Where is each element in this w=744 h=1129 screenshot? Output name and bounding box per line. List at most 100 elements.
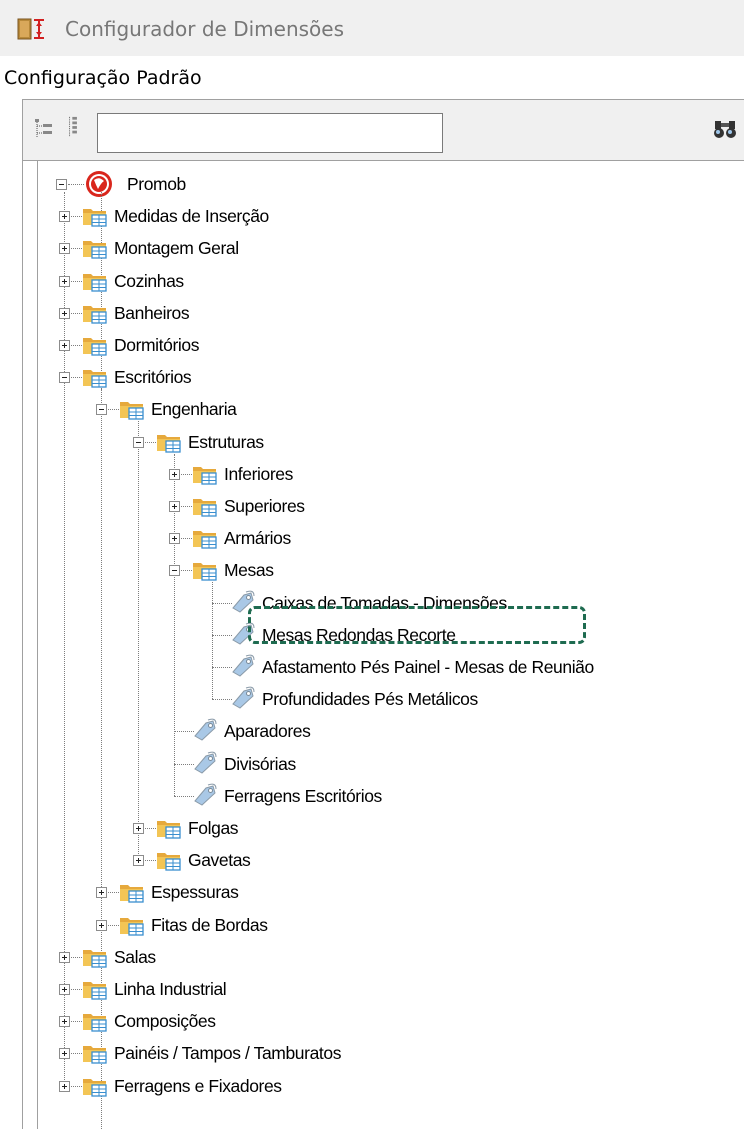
tree-node[interactable]: Dormitórios (111, 333, 202, 357)
tree-node[interactable]: Superiores (221, 494, 308, 518)
tree-node[interactable]: Mesas Redondas Recorte (259, 623, 459, 647)
tree-node-label: Afastamento Pés Painel - Mesas de Reuniã… (262, 657, 594, 677)
expand-toggle[interactable] (59, 211, 70, 223)
expand-toggle[interactable] (59, 275, 70, 287)
tree-node-label: Profundidades Pés Metálicos (262, 689, 478, 710)
folder-table-icon (119, 398, 145, 421)
collapse-all-icon[interactable] (66, 116, 86, 138)
folder-table-icon (82, 978, 108, 1000)
section-label: Configuração Padrão (4, 67, 202, 89)
collapse-toggle[interactable] (169, 565, 180, 577)
tree-node[interactable]: Medidas de Inserção (111, 204, 272, 228)
tree-node[interactable]: Mesas (221, 558, 277, 582)
tree-node[interactable]: Afastamento Pés Painel - Mesas de Reuniã… (259, 655, 597, 679)
expand-toggle[interactable] (59, 1080, 70, 1092)
title-bar: Configurador de Dimensões (0, 0, 744, 56)
tree-node-label: Aparadores (224, 721, 311, 742)
tree-node-label: Caixas de Tomadas - Dimensões (262, 592, 507, 613)
tree-node[interactable]: Espessuras (148, 880, 241, 904)
tree-node[interactable]: Composições (111, 1009, 219, 1033)
expand-toggle[interactable] (96, 919, 107, 931)
tree-node[interactable]: Fitas de Bordas (148, 913, 271, 937)
expand-toggle[interactable] (59, 1016, 70, 1028)
promob-root-icon (84, 169, 114, 199)
expand-toggle[interactable] (169, 468, 180, 480)
tree-node[interactable]: Armários (221, 526, 294, 550)
tree-node[interactable]: Divisórias (221, 752, 299, 776)
expand-toggle[interactable] (169, 501, 180, 512)
tree-node[interactable]: Gavetas (185, 848, 253, 872)
tree-node-label: Banheiros (114, 302, 190, 323)
expand-toggle[interactable] (59, 243, 70, 255)
tree-node[interactable]: Linha Industrial (111, 977, 229, 1001)
tree-node-label: Fitas de Bordas (151, 914, 268, 935)
search-input[interactable] (97, 113, 443, 153)
tree-node-label: Inferiores (224, 463, 293, 484)
tree-node-label: Armários (224, 528, 291, 549)
tree-node-label: Salas (114, 946, 156, 967)
collapse-toggle[interactable] (133, 436, 144, 448)
tree-node-label: Composições (114, 1011, 216, 1032)
tree-node-root[interactable]: Promob (124, 172, 189, 196)
collapse-toggle[interactable] (96, 404, 107, 416)
tree-node-label: Promob (127, 174, 186, 194)
tree-node[interactable]: Aparadores (221, 719, 313, 743)
tree-node-label: Linha Industrial (114, 979, 227, 999)
expand-all-icon[interactable] (34, 118, 54, 140)
collapse-toggle[interactable] (59, 372, 70, 384)
tree-node-label: Gavetas (188, 850, 251, 871)
root-collapse-toggle (56, 179, 67, 190)
tree-node[interactable]: Estruturas (185, 430, 267, 454)
tree-node-label: Ferragens e Fixadores (114, 1075, 282, 1096)
tree-node-label: Medidas de Inserção (114, 206, 269, 227)
tree-node-label: Mesas Redondas Recorte (262, 624, 456, 645)
expand-toggle[interactable] (59, 1048, 70, 1060)
folder-table-icon (82, 1075, 108, 1097)
expand-toggle[interactable] (133, 855, 144, 867)
expand-toggle[interactable] (59, 307, 70, 319)
folder-table-icon (192, 527, 218, 549)
folder-table-icon (82, 1042, 108, 1065)
binoculars-search-icon[interactable] (712, 117, 738, 141)
tree-node-label: Mesas (224, 560, 274, 581)
tree-node[interactable]: Caixas de Tomadas - Dimensões (259, 591, 510, 615)
tree-node[interactable]: Banheiros (111, 301, 192, 325)
dimension-configurator-icon (17, 18, 44, 40)
folder-table-icon (192, 463, 218, 485)
tree-node[interactable]: Cozinhas (111, 269, 187, 293)
tree-node-label: Superiores (224, 496, 305, 516)
folder-table-icon (192, 495, 218, 517)
tree-node[interactable]: Folgas (185, 816, 241, 840)
tree-node-label: Painéis / Tampos / Tamburatos (114, 1043, 342, 1064)
folder-table-icon (156, 431, 182, 453)
tree-node[interactable]: Escritórios (111, 365, 194, 389)
tree-node[interactable]: Ferragens Escritórios (221, 784, 385, 808)
tree-node[interactable]: Painéis / Tampos / Tamburatos (111, 1041, 344, 1065)
tag-icon (230, 622, 256, 646)
tree-node[interactable]: Montagem Geral (111, 236, 242, 260)
folder-table-icon (82, 205, 108, 227)
window-title: Configurador de Dimensões (65, 17, 344, 41)
expand-toggle[interactable] (59, 340, 70, 351)
folder-table-icon (82, 366, 108, 388)
tree-node[interactable]: Engenharia (148, 397, 240, 421)
tree-node[interactable]: Profundidades Pés Metálicos (259, 687, 481, 711)
expand-toggle[interactable] (169, 533, 180, 545)
expand-toggle[interactable] (59, 984, 70, 995)
tree-node[interactable]: Salas (111, 945, 159, 969)
expand-toggle[interactable] (133, 823, 144, 834)
tree-node-label: Estruturas (188, 431, 264, 452)
folder-table-icon (82, 270, 108, 292)
tree-node-label: Dormitórios (114, 335, 200, 355)
tag-icon (192, 751, 218, 775)
tree-node-label: Ferragens Escritórios (224, 785, 382, 806)
tree-node-label: Cozinhas (114, 270, 184, 291)
tag-icon (230, 686, 256, 710)
tree-node[interactable]: Ferragens e Fixadores (111, 1074, 285, 1098)
folder-table-icon (82, 1010, 108, 1032)
folder-table-icon (82, 237, 108, 260)
expand-toggle[interactable] (59, 951, 70, 963)
tag-icon (192, 718, 218, 742)
tree-node[interactable]: Inferiores (221, 462, 296, 486)
expand-toggle[interactable] (96, 887, 107, 899)
